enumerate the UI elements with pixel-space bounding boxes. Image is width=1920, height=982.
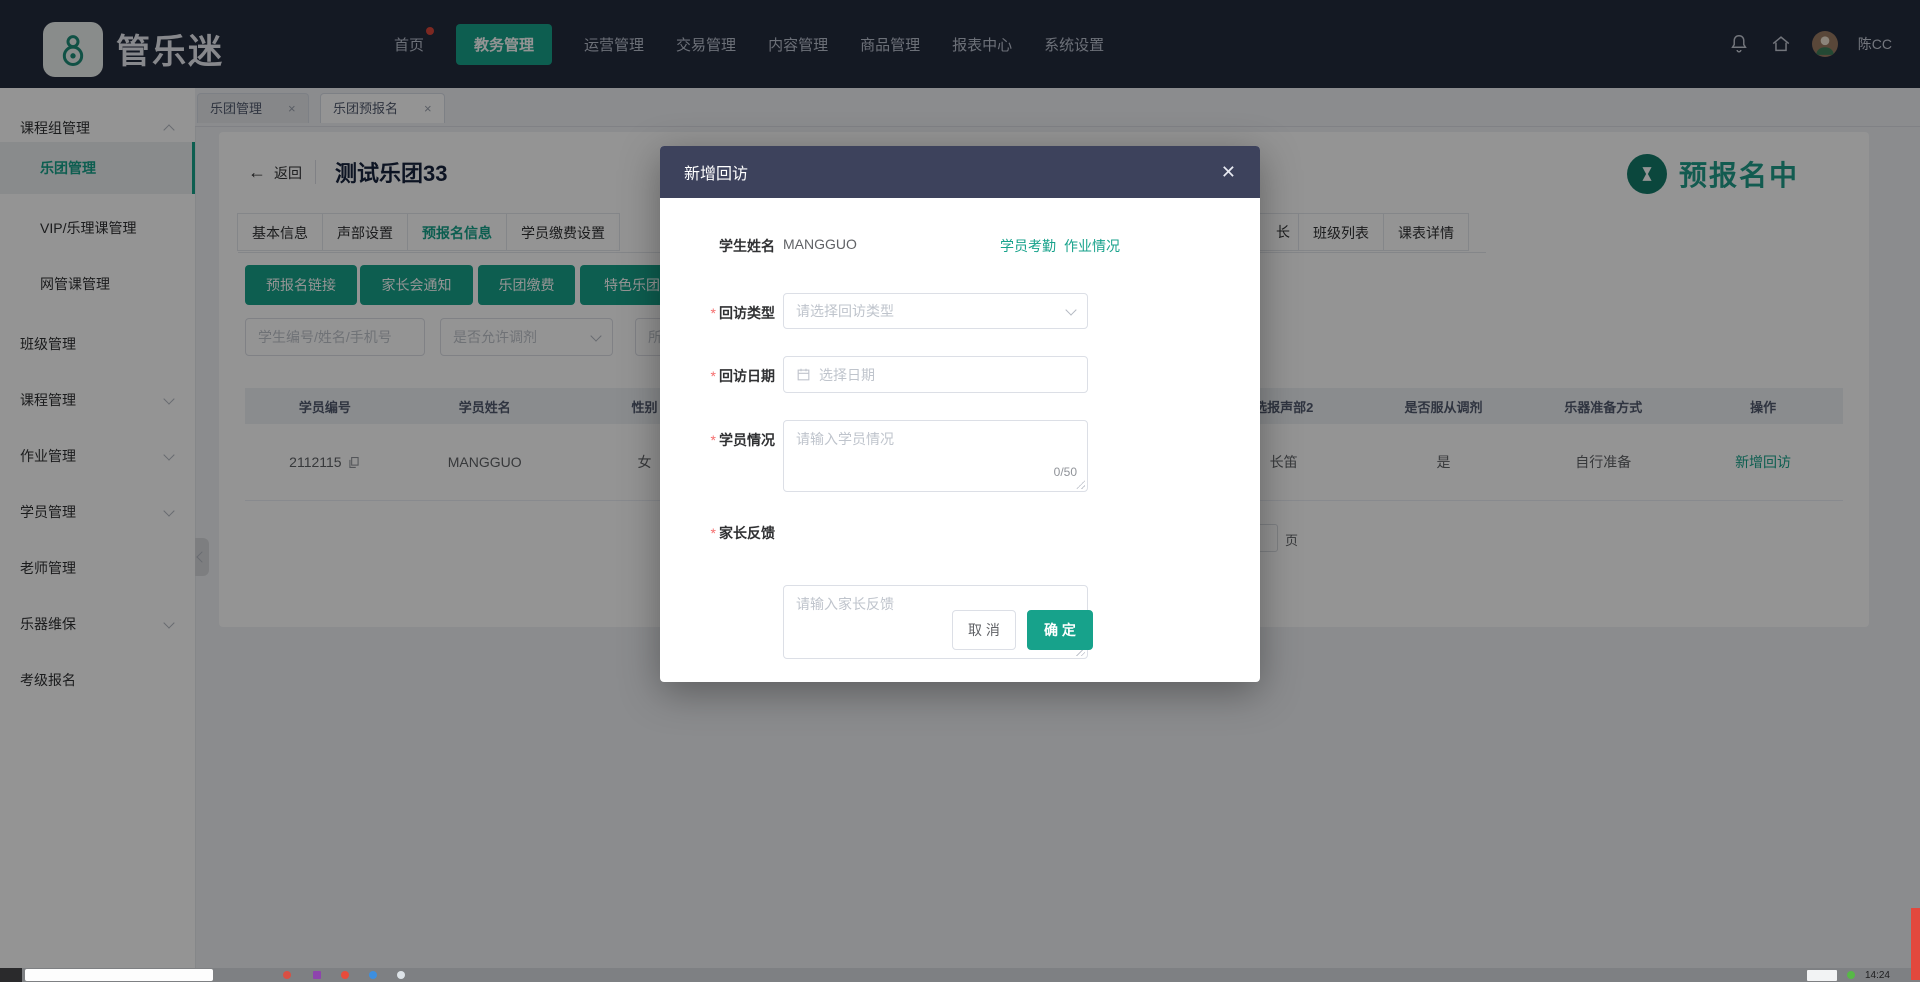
close-icon[interactable]: ✕: [1221, 163, 1236, 181]
followup-date-label: *回访日期: [660, 366, 775, 386]
confirm-button[interactable]: 确 定: [1027, 610, 1093, 650]
taskbar-search-box[interactable]: [25, 969, 213, 981]
taskbar-app-icon[interactable]: [341, 971, 349, 979]
required-asterisk: *: [711, 368, 716, 384]
char-counter: 0/50: [1054, 465, 1077, 479]
taskbar-app-icon[interactable]: [313, 971, 321, 979]
student-name-label: 学生姓名: [660, 236, 775, 256]
cancel-button[interactable]: 取 消: [952, 610, 1016, 650]
vertical-scrollbar-thumb[interactable]: [1911, 908, 1920, 980]
attendance-link[interactable]: 学员考勤: [1000, 236, 1056, 256]
start-button[interactable]: [0, 968, 22, 982]
followup-type-select[interactable]: 请选择回访类型: [783, 293, 1088, 329]
system-tray: 14:24: [1807, 968, 1890, 982]
os-taskbar: 14:24: [0, 968, 1920, 982]
taskbar-app-icon[interactable]: [397, 971, 405, 979]
screen: 管乐迷 首页 教务管理 运营管理 交易管理 内容管理 商品管理 报表中心 系统设…: [0, 0, 1920, 982]
tray-language-box[interactable]: [1807, 970, 1837, 981]
taskbar-app-icon[interactable]: [283, 971, 291, 979]
student-situation-textarea[interactable]: [784, 421, 1087, 491]
taskbar-app-icon[interactable]: [369, 971, 377, 979]
modal-header: 新增回访 ✕: [660, 146, 1260, 198]
required-asterisk: *: [711, 305, 716, 321]
student-links: 学员考勤 作业情况: [1000, 236, 1120, 256]
student-name-value: MANGGUO: [783, 236, 857, 252]
parent-feedback-label: *家长反馈: [660, 523, 775, 543]
chevron-down-icon: [1065, 304, 1076, 315]
followup-type-label: *回访类型: [660, 303, 775, 323]
calendar-icon: [796, 367, 811, 382]
clock: 14:24: [1865, 970, 1890, 981]
followup-date-picker[interactable]: 选择日期: [783, 356, 1088, 393]
required-asterisk: *: [711, 432, 716, 448]
homework-link[interactable]: 作业情况: [1064, 236, 1120, 256]
tray-icon[interactable]: [1847, 971, 1855, 979]
resize-handle-icon[interactable]: [1075, 479, 1085, 489]
required-asterisk: *: [711, 525, 716, 541]
student-situation-label: *学员情况: [660, 430, 775, 450]
modal-title: 新增回访: [684, 160, 748, 184]
add-followup-modal: 新增回访 ✕ 学生姓名 MANGGUO 学员考勤 作业情况 *回访类型 请选择回…: [660, 146, 1260, 682]
student-situation-field: 0/50: [783, 420, 1088, 492]
